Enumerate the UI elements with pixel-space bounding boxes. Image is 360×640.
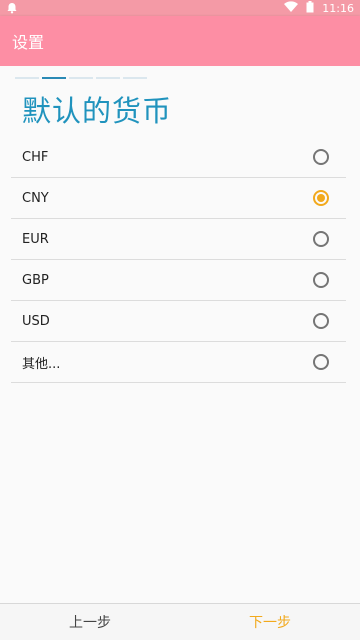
currency-option-label: GBP [22, 272, 49, 288]
currency-option[interactable]: EUR [11, 219, 346, 260]
currency-option[interactable]: GBP [11, 260, 346, 301]
currency-option-label: CNY [22, 190, 49, 206]
battery-icon [306, 0, 314, 16]
currency-option[interactable]: 其他... [11, 342, 346, 383]
wifi-icon [284, 0, 299, 16]
currency-option[interactable]: CNY [11, 178, 346, 219]
bottom-nav-bar: 上一步 下一步 [0, 603, 360, 640]
status-time: 11:16 [322, 1, 354, 15]
currency-option-label: CHF [22, 149, 49, 165]
currency-option-label: EUR [22, 231, 49, 247]
step-dash [123, 77, 147, 79]
currency-option-label: 其他... [22, 356, 61, 372]
step-indicator [15, 77, 147, 79]
step-dash [96, 77, 120, 79]
radio-button[interactable] [313, 149, 329, 165]
step-dash [69, 77, 93, 79]
currency-option[interactable]: USD [11, 301, 346, 342]
currency-option-label: USD [22, 313, 50, 329]
radio-button[interactable] [313, 190, 329, 206]
notification-icon [6, 0, 18, 18]
radio-button[interactable] [313, 272, 329, 288]
app-bar: 设置 [0, 16, 360, 66]
app-bar-title: 设置 [12, 33, 45, 52]
prev-step-button[interactable]: 上一步 [0, 604, 180, 640]
radio-button[interactable] [313, 231, 329, 247]
radio-button[interactable] [313, 313, 329, 329]
step-dash [42, 77, 66, 79]
wizard-content: 默认的货币 CHF CNY EUR GBP USD 其他... [0, 66, 360, 603]
currency-option[interactable]: CHF [11, 137, 346, 178]
status-bar: 11:16 [0, 0, 360, 16]
currency-list: CHF CNY EUR GBP USD 其他... [11, 137, 346, 383]
radio-button[interactable] [313, 354, 329, 370]
next-step-button[interactable]: 下一步 [180, 604, 360, 640]
section-title: 默认的货币 [22, 94, 173, 128]
step-dash [15, 77, 39, 79]
